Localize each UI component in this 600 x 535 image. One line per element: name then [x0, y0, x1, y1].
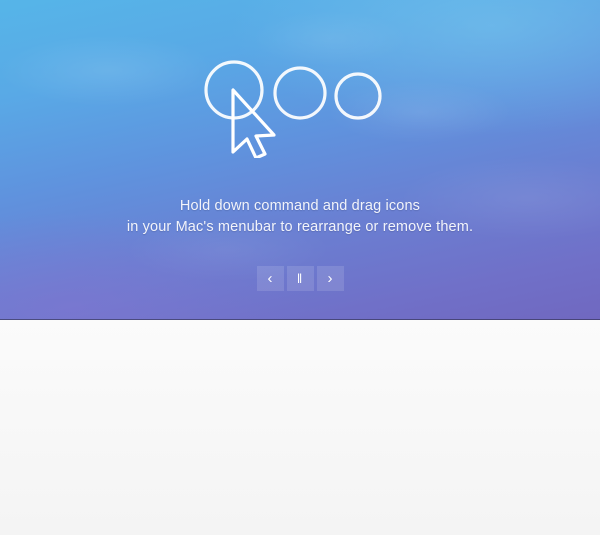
circle-two — [273, 66, 327, 120]
hero-caption-line2: in your Mac's menubar to rearrange or re… — [126, 219, 474, 235]
settings-panel: Menubar Skin Menubar Graphs Opacity Drop… — [0, 320, 600, 535]
hero-caption-line1: Hold down command and drag icons — [179, 198, 421, 214]
carousel-prev-button[interactable]: ‹ — [256, 266, 284, 291]
hero-carousel-controls: ‹ ‖ › — [0, 266, 600, 291]
istat-menus-preferences-window: Hold down command and drag icons in your… — [0, 0, 600, 535]
carousel-pause-button[interactable]: ‖ — [286, 266, 314, 291]
circle-three — [334, 72, 382, 120]
hero-caption: Hold down command and drag icons in your… — [0, 196, 600, 238]
carousel-next-button[interactable]: › — [316, 266, 344, 291]
menubar-icons-illustration — [204, 60, 382, 158]
hero-banner: Hold down command and drag icons in your… — [0, 0, 600, 320]
